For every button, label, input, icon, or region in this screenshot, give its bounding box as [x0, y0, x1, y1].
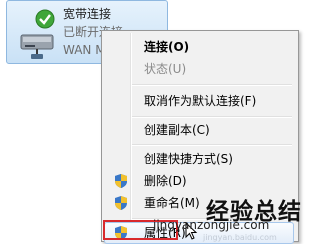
menu-item-label: 状态(U) [144, 62, 187, 76]
menu-item-label: 删除(D) [144, 174, 187, 188]
menu-item-label: 连接(O) [144, 40, 190, 54]
menu-item-delete[interactable]: 删除(D) [104, 170, 294, 192]
menu-item-label: 创建快捷方式(S) [144, 152, 233, 166]
menu-separator [132, 116, 292, 118]
menu-item-connect[interactable]: 连接(O) [104, 36, 294, 58]
menu-item-label: 取消作为默认连接(F) [144, 94, 257, 108]
watermark-url: jingyanzongjie.com [153, 218, 270, 232]
uac-shield-icon [115, 196, 127, 210]
menu-item-status[interactable]: 状态(U) [104, 58, 294, 80]
menu-item-label: 创建副本(C) [144, 123, 210, 137]
menu-item-label: 重命名(M) [144, 196, 200, 210]
uac-shield-icon [115, 174, 127, 188]
connection-name: 宽带连接 [63, 7, 112, 21]
watermark-faint-url: jingyan.baidu.com [203, 233, 277, 242]
network-connection-icon [20, 9, 55, 59]
menu-item-cancel-default[interactable]: 取消作为默认连接(F) [104, 90, 294, 112]
menu-item-create-copy[interactable]: 创建副本(C) [104, 119, 294, 141]
menu-separator [132, 144, 292, 146]
menu-separator [132, 84, 292, 86]
menu-item-create-shortcut[interactable]: 创建快捷方式(S) [104, 148, 294, 170]
